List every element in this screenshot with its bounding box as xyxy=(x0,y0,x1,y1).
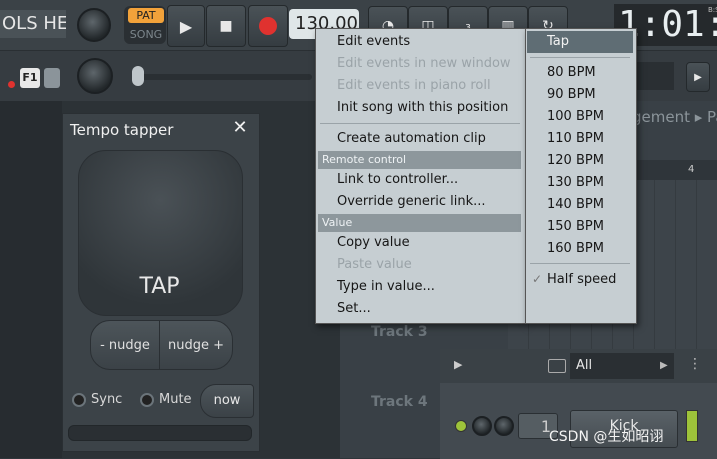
browser-panel xyxy=(0,101,62,458)
mute-label: Mute xyxy=(159,392,192,407)
next-button[interactable]: ▶ xyxy=(686,62,710,92)
play-icon: ▶ xyxy=(179,16,193,36)
rack-options-icon[interactable]: ⋮ xyxy=(688,356,702,372)
master-slider[interactable] xyxy=(132,74,312,80)
submenu-item-bpm[interactable]: 120 BPM xyxy=(547,153,604,168)
menu-item-edit-events[interactable]: Edit events xyxy=(337,34,410,49)
submenu-separator xyxy=(530,263,630,264)
play-small-icon: ▶ xyxy=(694,71,702,83)
submenu-item-bpm[interactable]: 90 BPM xyxy=(547,87,596,102)
record-button[interactable] xyxy=(248,5,288,47)
menu-item-edit-events-new-window[interactable]: Edit events in new window xyxy=(337,56,511,71)
submenu-item-bpm[interactable]: 110 BPM xyxy=(547,131,604,146)
channel-pan-knob[interactable] xyxy=(494,416,514,436)
menu-item-set[interactable]: Set... xyxy=(337,301,371,316)
submenu-item-bpm[interactable]: 160 BPM xyxy=(547,241,604,256)
tap-label: TAP xyxy=(139,274,180,299)
master-volume-knob[interactable] xyxy=(77,8,111,42)
menu-item-init-song[interactable]: Init song with this position xyxy=(337,100,508,115)
rack-menu-arrow-icon[interactable]: ▶ xyxy=(454,358,462,371)
channel-volume-knob[interactable] xyxy=(472,416,492,436)
close-icon[interactable]: ✕ xyxy=(232,118,248,138)
submenu-separator xyxy=(530,57,630,58)
submenu-item-bpm[interactable]: 130 BPM xyxy=(547,175,604,190)
menu-item-create-automation-clip[interactable]: Create automation clip xyxy=(337,131,486,146)
channel-filter-select[interactable]: All xyxy=(570,353,674,379)
submenu-item-bpm[interactable]: 100 BPM xyxy=(547,109,604,124)
help-f1-button[interactable]: F1 xyxy=(20,68,40,88)
menu-item-edit-events-piano-roll[interactable]: Edit events in piano roll xyxy=(337,78,491,93)
tempo-tapper-title: Tempo tapper xyxy=(70,121,174,139)
submenu-item-tap[interactable]: Tap xyxy=(527,31,633,53)
master-pitch-knob[interactable] xyxy=(77,58,113,94)
folder-icon xyxy=(548,359,566,373)
channel-led-icon[interactable] xyxy=(455,420,467,432)
record-icon xyxy=(259,17,277,35)
pat-mode-label[interactable]: PAT xyxy=(128,8,164,23)
menu-item-override-generic-link[interactable]: Override generic link... xyxy=(337,194,486,209)
menu-item-copy-value[interactable]: Copy value xyxy=(337,235,410,250)
submenu-item-bpm[interactable]: 140 BPM xyxy=(547,197,604,212)
nudge-plus-button[interactable]: nudge + xyxy=(159,320,233,370)
menu-separator xyxy=(320,123,520,124)
mute-radio[interactable] xyxy=(140,393,154,407)
submenu-item-bpm[interactable]: 150 BPM xyxy=(547,219,604,234)
stop-icon: ■ xyxy=(219,18,233,34)
bar-number: 4 xyxy=(688,164,695,175)
nudge-minus-button[interactable]: - nudge xyxy=(90,320,160,370)
menu-header-value: Value xyxy=(318,214,521,232)
clock-format-label: B:S xyxy=(708,6,717,14)
menu-item-link-to-controller[interactable]: Link to controller... xyxy=(337,172,458,187)
playlist-title: gement ▸ Pa xyxy=(632,108,717,126)
stop-button[interactable]: ■ xyxy=(206,5,246,47)
play-button[interactable]: ▶ xyxy=(167,5,205,47)
watermark-text: CSDN @生如昭诩 xyxy=(549,429,664,445)
song-mode-label[interactable]: SONG xyxy=(128,27,164,42)
channel-select-indicator[interactable] xyxy=(686,410,698,442)
sync-label: Sync xyxy=(91,392,123,407)
slider-handle[interactable] xyxy=(132,66,144,86)
submenu-item-half-speed[interactable]: Half speed xyxy=(547,272,616,287)
menu-header-remote-control: Remote control xyxy=(318,151,521,169)
mixer-icon[interactable] xyxy=(44,68,60,88)
status-led-icon xyxy=(8,81,15,88)
checkmark-icon: ✓ xyxy=(532,272,543,286)
dropdown-arrow-icon: ▶ xyxy=(660,360,668,371)
sync-radio[interactable] xyxy=(72,393,86,407)
submenu-item-bpm[interactable]: 80 BPM xyxy=(547,65,596,80)
now-button[interactable]: now xyxy=(200,384,254,418)
tapper-progress-bar xyxy=(68,425,252,441)
menu-item-type-in-value[interactable]: Type in value... xyxy=(337,279,435,294)
main-menu-bar[interactable]: OLS HELP xyxy=(0,10,66,38)
track-label[interactable]: Track 3 xyxy=(371,324,428,340)
track-label[interactable]: Track 4 xyxy=(371,394,428,410)
menu-item-paste-value[interactable]: Paste value xyxy=(337,257,412,272)
